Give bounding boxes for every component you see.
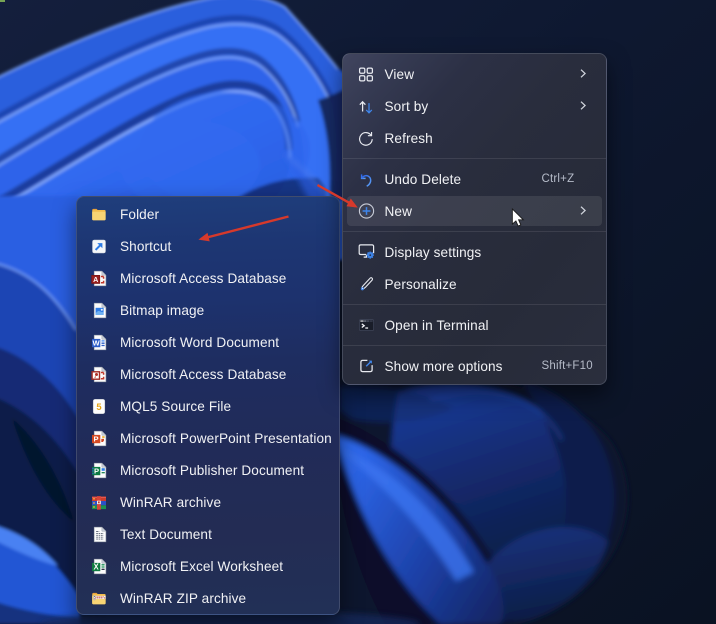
svg-text:X: X — [93, 562, 99, 571]
svg-text:P: P — [93, 466, 98, 475]
svg-text:W: W — [92, 338, 100, 347]
svg-text:P: P — [93, 434, 98, 443]
svg-text:5: 5 — [96, 400, 101, 411]
svg-text:A: A — [93, 274, 98, 283]
